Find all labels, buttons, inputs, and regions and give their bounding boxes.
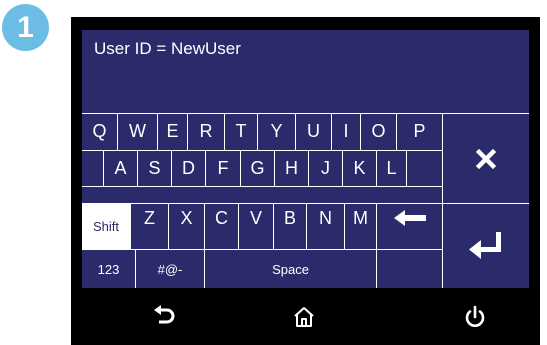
home-button[interactable]: [290, 303, 318, 331]
back-button[interactable]: [150, 303, 178, 331]
key-o[interactable]: O: [361, 113, 396, 150]
user-id-display: User ID = NewUser: [94, 39, 241, 58]
key-x[interactable]: X: [169, 187, 204, 249]
key-t[interactable]: T: [225, 113, 257, 150]
key-s[interactable]: S: [138, 151, 171, 186]
backspace-arrow-icon: [393, 210, 426, 226]
step-number-badge: 1: [2, 4, 49, 51]
cancel-button[interactable]: [443, 114, 529, 203]
key-a[interactable]: A: [104, 151, 137, 186]
key-r[interactable]: R: [188, 113, 224, 150]
back-arrow-icon: [154, 305, 175, 324]
key-d[interactable]: D: [172, 151, 205, 186]
enter-icon: [469, 232, 501, 259]
key-z[interactable]: Z: [131, 187, 168, 249]
key-i[interactable]: I: [332, 113, 360, 150]
key-u[interactable]: U: [296, 113, 331, 150]
symbols-key[interactable]: #@-: [136, 250, 204, 288]
key-h[interactable]: H: [275, 151, 308, 186]
key-w[interactable]: W: [118, 113, 157, 150]
home-icon: [294, 307, 314, 327]
enter-button[interactable]: [443, 204, 529, 288]
key-p[interactable]: P: [397, 113, 442, 150]
key-n[interactable]: N: [307, 187, 344, 249]
key-k[interactable]: K: [343, 151, 376, 186]
key-q[interactable]: Q: [82, 113, 117, 150]
key-g[interactable]: G: [241, 151, 274, 186]
key-m[interactable]: M: [345, 187, 376, 249]
power-icon: [465, 305, 485, 327]
key-l[interactable]: L: [377, 151, 406, 186]
key-b[interactable]: B: [274, 187, 306, 249]
grid-line: [406, 150, 407, 186]
shift-key[interactable]: Shift: [82, 204, 130, 249]
key-c[interactable]: C: [205, 187, 238, 249]
space-key[interactable]: Space: [205, 250, 376, 288]
key-e[interactable]: E: [158, 113, 187, 150]
key-j[interactable]: J: [309, 151, 342, 186]
blank-key: [377, 250, 442, 288]
key-v[interactable]: V: [239, 187, 273, 249]
key-y[interactable]: Y: [258, 113, 295, 150]
numbers-key[interactable]: 123: [82, 250, 135, 288]
backspace-button[interactable]: [377, 187, 442, 249]
power-button[interactable]: [461, 303, 489, 331]
close-icon: [476, 148, 496, 169]
key-f[interactable]: F: [206, 151, 240, 186]
